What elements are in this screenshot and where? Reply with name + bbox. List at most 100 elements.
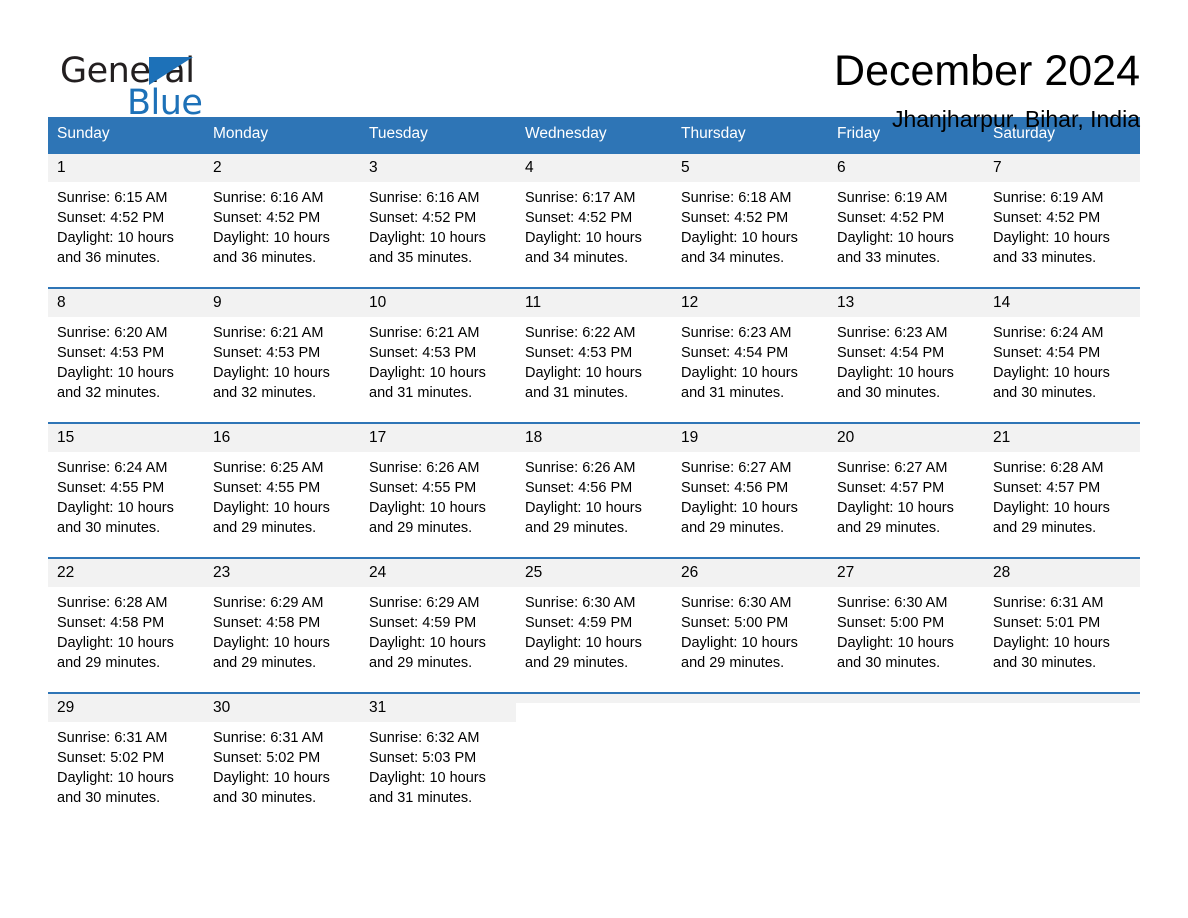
day-info: Sunrise: 6:26 AM Sunset: 4:55 PM Daylight:… [360,452,516,538]
day-cell-inner[interactable]: 22 Sunrise: 6:28 AM Sunset: 4:58 PM Dayligh… [48,557,204,692]
daylight-text-line1: Daylight: 10 hours [525,230,642,246]
day-number: 18 [516,424,672,452]
day-cell: 22 Sunrise: 6:28 AM Sunset: 4:58 PM Dayligh… [48,557,204,692]
day-cell-inner[interactable]: 19 Sunrise: 6:27 AM Sunset: 4:56 PM Dayligh… [672,422,828,557]
daylight-text-line1: Daylight: 10 hours [681,635,798,651]
day-number: 9 [204,289,360,317]
day-cell-inner[interactable]: 2 Sunrise: 6:16 AM Sunset: 4:52 PM Daylight… [204,152,360,287]
day-info: Sunrise: 6:24 AM Sunset: 4:55 PM Daylight:… [48,452,204,538]
day-cell-inner[interactable]: 16 Sunrise: 6:25 AM Sunset: 4:55 PM Dayligh… [204,422,360,557]
day-cell: 15 Sunrise: 6:24 AM Sunset: 4:55 PM Dayligh… [48,422,204,557]
day-cell-inner[interactable]: 9 Sunrise: 6:21 AM Sunset: 4:53 PM Daylight… [204,287,360,422]
sunrise-text: Sunrise: 6:23 AM [837,325,948,341]
daylight-text-line2: and 33 minutes. [837,250,941,266]
sunset-text: Sunset: 5:00 PM [837,615,945,631]
day-cell-inner[interactable]: 23 Sunrise: 6:29 AM Sunset: 4:58 PM Dayligh… [204,557,360,692]
sunset-text: Sunset: 4:55 PM [57,480,165,496]
daylight-text-line1: Daylight: 10 hours [525,635,642,651]
day-cell-inner[interactable]: 11 Sunrise: 6:22 AM Sunset: 4:53 PM Dayligh… [516,287,672,422]
day-cell-inner[interactable]: 3 Sunrise: 6:16 AM Sunset: 4:52 PM Daylight… [360,152,516,287]
day-cell-inner[interactable]: 29 Sunrise: 6:31 AM Sunset: 5:02 PM Dayligh… [48,692,204,827]
day-info: Sunrise: 6:31 AM Sunset: 5:02 PM Daylight:… [48,722,204,808]
daylight-text-line2: and 29 minutes. [837,520,941,536]
daylight-text-line2: and 30 minutes. [993,385,1097,401]
daylight-text-line2: and 31 minutes. [525,385,629,401]
day-cell-inner[interactable]: 20 Sunrise: 6:27 AM Sunset: 4:57 PM Dayligh… [828,422,984,557]
day-cell-inner[interactable]: 27 Sunrise: 6:30 AM Sunset: 5:00 PM Dayligh… [828,557,984,692]
daylight-text-line1: Daylight: 10 hours [681,365,798,381]
day-cell-inner[interactable]: 7 Sunrise: 6:19 AM Sunset: 4:52 PM Daylight… [984,152,1140,287]
day-number: 4 [516,154,672,182]
day-number: 19 [672,424,828,452]
day-number: 2 [204,154,360,182]
daylight-text-line2: and 33 minutes. [993,250,1097,266]
calendar-body: 1 Sunrise: 6:15 AM Sunset: 4:52 PM Daylight… [48,152,1140,827]
sunset-text: Sunset: 4:58 PM [213,615,321,631]
day-cell-inner[interactable]: 24 Sunrise: 6:29 AM Sunset: 4:59 PM Dayligh… [360,557,516,692]
day-info: Sunrise: 6:17 AM Sunset: 4:52 PM Daylight:… [516,182,672,268]
calendar-page: General Blue December 2024 Jhanjharpur, … [0,0,1188,918]
day-number: 3 [360,154,516,182]
day-info: Sunrise: 6:15 AM Sunset: 4:52 PM Daylight:… [48,182,204,268]
day-cell: 16 Sunrise: 6:25 AM Sunset: 4:55 PM Dayligh… [204,422,360,557]
day-cell-inner[interactable]: 28 Sunrise: 6:31 AM Sunset: 5:01 PM Dayligh… [984,557,1140,692]
daylight-text-line1: Daylight: 10 hours [57,635,174,651]
day-cell-inner[interactable]: 10 Sunrise: 6:21 AM Sunset: 4:53 PM Dayligh… [360,287,516,422]
daylight-text-line2: and 32 minutes. [213,385,317,401]
day-cell: 17 Sunrise: 6:26 AM Sunset: 4:55 PM Dayligh… [360,422,516,557]
day-cell-inner[interactable]: 1 Sunrise: 6:15 AM Sunset: 4:52 PM Daylight… [48,152,204,287]
day-cell: 19 Sunrise: 6:27 AM Sunset: 4:56 PM Dayligh… [672,422,828,557]
day-cell-inner[interactable]: 15 Sunrise: 6:24 AM Sunset: 4:55 PM Dayligh… [48,422,204,557]
sunset-text: Sunset: 4:54 PM [837,345,945,361]
day-number-empty [828,694,984,703]
day-info: Sunrise: 6:18 AM Sunset: 4:52 PM Daylight:… [672,182,828,268]
daylight-text-line2: and 29 minutes. [681,655,785,671]
day-cell-inner[interactable]: 12 Sunrise: 6:23 AM Sunset: 4:54 PM Dayligh… [672,287,828,422]
day-info: Sunrise: 6:31 AM Sunset: 5:01 PM Daylight:… [984,587,1140,673]
day-number: 31 [360,694,516,722]
day-cell: 28 Sunrise: 6:31 AM Sunset: 5:01 PM Dayligh… [984,557,1140,692]
sunrise-text: Sunrise: 6:20 AM [57,325,168,341]
day-number: 26 [672,559,828,587]
day-cell: 11 Sunrise: 6:22 AM Sunset: 4:53 PM Dayligh… [516,287,672,422]
day-cell: 31 Sunrise: 6:32 AM Sunset: 5:03 PM Dayligh… [360,692,516,827]
sunrise-text: Sunrise: 6:18 AM [681,190,792,206]
day-cell-inner[interactable]: 5 Sunrise: 6:18 AM Sunset: 4:52 PM Daylight… [672,152,828,287]
daylight-text-line2: and 36 minutes. [213,250,317,266]
day-cell-inner[interactable]: 13 Sunrise: 6:23 AM Sunset: 4:54 PM Dayligh… [828,287,984,422]
sunset-text: Sunset: 4:55 PM [213,480,321,496]
daylight-text-line1: Daylight: 10 hours [681,230,798,246]
day-cell-inner[interactable]: 17 Sunrise: 6:26 AM Sunset: 4:55 PM Dayligh… [360,422,516,557]
daylight-text-line2: and 29 minutes. [369,520,473,536]
day-cell-inner[interactable]: 31 Sunrise: 6:32 AM Sunset: 5:03 PM Dayligh… [360,692,516,827]
day-cell: 10 Sunrise: 6:21 AM Sunset: 4:53 PM Dayligh… [360,287,516,422]
day-cell: 23 Sunrise: 6:29 AM Sunset: 4:58 PM Dayligh… [204,557,360,692]
day-cell-inner[interactable]: 14 Sunrise: 6:24 AM Sunset: 4:54 PM Dayligh… [984,287,1140,422]
day-number-empty [672,694,828,703]
daylight-text-line1: Daylight: 10 hours [57,770,174,786]
day-cell-inner[interactable]: 6 Sunrise: 6:19 AM Sunset: 4:52 PM Daylight… [828,152,984,287]
daylight-text-line1: Daylight: 10 hours [369,365,486,381]
day-cell-inner[interactable]: 26 Sunrise: 6:30 AM Sunset: 5:00 PM Dayligh… [672,557,828,692]
sunrise-text: Sunrise: 6:30 AM [837,595,948,611]
sunrise-text: Sunrise: 6:32 AM [369,730,480,746]
daylight-text-line2: and 35 minutes. [369,250,473,266]
general-blue-logo[interactable]: General Blue [48,46,258,126]
day-cell-inner[interactable]: 25 Sunrise: 6:30 AM Sunset: 4:59 PM Dayligh… [516,557,672,692]
daylight-text-line1: Daylight: 10 hours [369,500,486,516]
sunrise-text: Sunrise: 6:30 AM [681,595,792,611]
sunrise-text: Sunrise: 6:23 AM [681,325,792,341]
daylight-text-line2: and 31 minutes. [369,385,473,401]
day-number: 22 [48,559,204,587]
day-cell-inner[interactable]: 30 Sunrise: 6:31 AM Sunset: 5:02 PM Dayligh… [204,692,360,827]
sunset-text: Sunset: 4:53 PM [369,345,477,361]
day-cell-inner[interactable]: 21 Sunrise: 6:28 AM Sunset: 4:57 PM Dayligh… [984,422,1140,557]
day-cell-inner[interactable]: 18 Sunrise: 6:26 AM Sunset: 4:56 PM Dayligh… [516,422,672,557]
day-cell-inner[interactable]: 8 Sunrise: 6:20 AM Sunset: 4:53 PM Daylight… [48,287,204,422]
day-cell: 26 Sunrise: 6:30 AM Sunset: 5:00 PM Dayligh… [672,557,828,692]
day-cell-inner[interactable]: 4 Sunrise: 6:17 AM Sunset: 4:52 PM Daylight… [516,152,672,287]
day-info: Sunrise: 6:27 AM Sunset: 4:57 PM Daylight:… [828,452,984,538]
daylight-text-line2: and 30 minutes. [837,385,941,401]
daylight-text-line2: and 31 minutes. [681,385,785,401]
day-number: 27 [828,559,984,587]
